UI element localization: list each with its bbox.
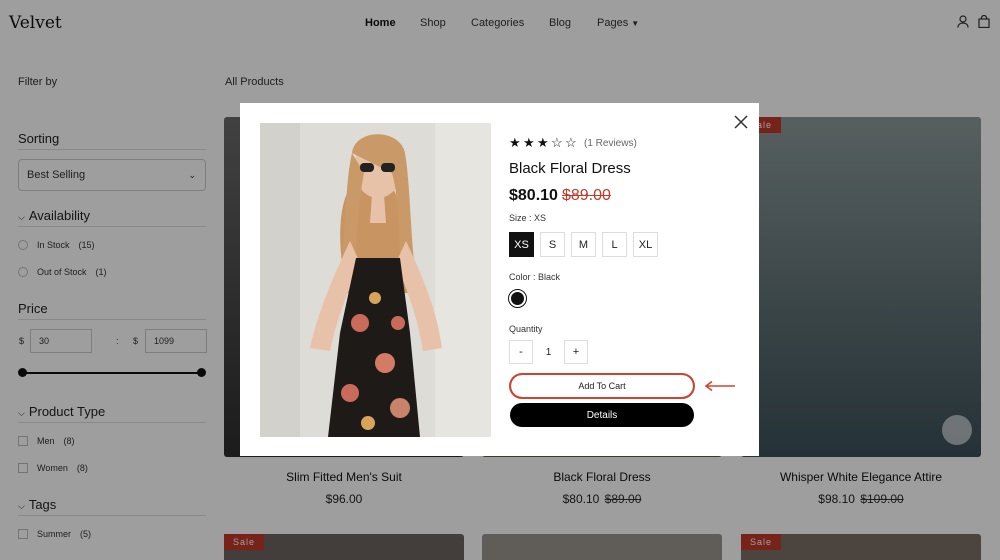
- size-s-button[interactable]: S: [540, 232, 565, 257]
- close-icon[interactable]: [733, 114, 749, 130]
- star-empty-icon: ☆: [565, 135, 577, 150]
- size-m-button[interactable]: M: [571, 232, 596, 257]
- old-price: $89.00: [561, 187, 611, 204]
- review-count[interactable]: (1 Reviews): [584, 138, 637, 149]
- woman-in-floral-dress-illustration: [260, 123, 491, 437]
- quantity-stepper: - 1 +: [509, 340, 588, 364]
- star-filled-icon: ★: [537, 135, 549, 150]
- quantity-label: Quantity: [509, 324, 543, 334]
- size-label: Size : XS: [509, 213, 547, 223]
- size-xs-button[interactable]: XS: [509, 232, 534, 257]
- product-title: Black Floral Dress: [509, 160, 631, 177]
- size-xl-button[interactable]: XL: [633, 232, 658, 257]
- pointer-arrow-icon: [704, 380, 735, 392]
- star-filled-icon: ★: [523, 135, 535, 150]
- star-filled-icon: ★: [509, 135, 521, 150]
- size-l-button[interactable]: L: [602, 232, 627, 257]
- product-photo: [260, 123, 491, 437]
- current-price: $80.10: [509, 187, 558, 204]
- size-options: XS S M L XL: [509, 232, 664, 257]
- quick-view-modal: ★ ★ ★ ☆ ☆ (1 Reviews) Black Floral Dress…: [240, 103, 759, 456]
- color-swatch-black[interactable]: [508, 289, 527, 308]
- rating: ★ ★ ★ ☆ ☆ (1 Reviews): [509, 135, 637, 151]
- decrease-quantity-button[interactable]: -: [509, 340, 533, 364]
- star-empty-icon: ☆: [551, 135, 563, 150]
- color-label: Color : Black: [509, 272, 561, 282]
- details-button[interactable]: Details: [510, 403, 694, 427]
- quantity-input[interactable]: 1: [533, 340, 564, 364]
- increase-quantity-button[interactable]: +: [564, 340, 588, 364]
- product-price: $80.10 $89.00: [509, 187, 611, 205]
- add-to-cart-button[interactable]: Add To Cart: [510, 374, 694, 398]
